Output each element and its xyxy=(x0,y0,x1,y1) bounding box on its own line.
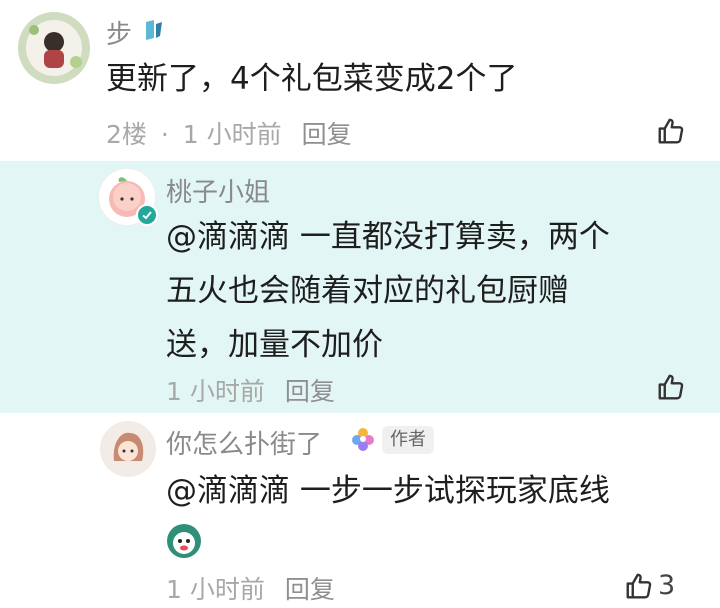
flower-icon xyxy=(350,426,376,456)
separator: · xyxy=(160,120,169,149)
comment-meta: 1 小时前 回复 xyxy=(166,372,335,408)
sticker-emoji xyxy=(166,523,202,563)
comment-meta: 1 小时前 回复 xyxy=(166,570,335,606)
comment-text-line: @滴滴滴 一直都没打算卖，两个 xyxy=(166,219,610,255)
thumbs-up-icon xyxy=(658,118,684,144)
avatar[interactable] xyxy=(100,421,156,477)
verified-icon xyxy=(136,204,158,226)
reply-button[interactable]: 回复 xyxy=(285,575,335,604)
reply-button[interactable]: 回复 xyxy=(285,377,335,406)
comment-meta: 2楼 · 1 小时前 回复 xyxy=(106,115,352,151)
author-badge: 作者 xyxy=(382,426,434,454)
comment-text-line: 送，加量不加价 xyxy=(166,327,383,363)
like-button[interactable] xyxy=(656,372,686,402)
reply-button[interactable]: 回复 xyxy=(302,120,352,149)
avatar[interactable] xyxy=(18,12,90,84)
timestamp: 1 小时前 xyxy=(166,575,265,604)
comment-text: 更新了，4个礼包菜变成2个了 xyxy=(106,61,518,97)
badge-icon xyxy=(142,18,164,48)
floor-label: 2楼 xyxy=(106,120,147,149)
thumbs-up-icon xyxy=(626,573,652,598)
thumbs-up-icon xyxy=(658,374,684,400)
like-button[interactable] xyxy=(656,116,686,146)
username[interactable]: 你怎么扑街了 xyxy=(166,424,322,461)
comment-text-line: 五火也会随着对应的礼包厨赠 xyxy=(166,273,569,309)
timestamp: 1 小时前 xyxy=(182,120,282,149)
like-count: 3 xyxy=(658,570,676,601)
username[interactable]: 步 xyxy=(106,14,132,51)
like-button[interactable]: 3 xyxy=(624,570,675,601)
comment-text: @滴滴滴 一步一步试探玩家底线 xyxy=(166,473,610,509)
username[interactable]: 桃子小姐 xyxy=(166,172,270,209)
timestamp: 1 小时前 xyxy=(166,377,265,406)
